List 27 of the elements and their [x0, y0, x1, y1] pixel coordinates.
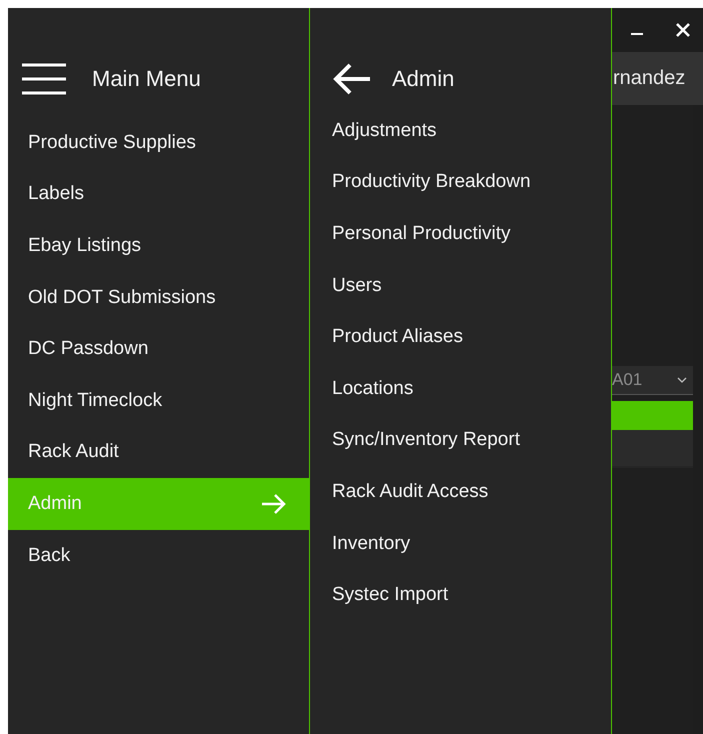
submenu-item[interactable]: Locations: [310, 362, 611, 415]
chevron-down-icon: [677, 377, 687, 383]
submenu-item[interactable]: Users: [310, 260, 611, 312]
dc-dropdown[interactable]: A01: [612, 366, 693, 395]
menu-item[interactable]: Back: [8, 530, 309, 582]
menu-item[interactable]: Productive Supplies: [8, 117, 309, 169]
menu-icon[interactable]: [22, 62, 66, 94]
menu-item[interactable]: Ebay Listings: [8, 220, 309, 272]
submenu-item[interactable]: Systec Import: [310, 569, 611, 621]
arrow-right-icon: [261, 492, 287, 515]
back-arrow-icon[interactable]: [332, 62, 372, 94]
menu-item[interactable]: Old DOT Submissions: [8, 272, 309, 324]
submenu-title: Admin: [392, 66, 454, 92]
user-name: rnandez: [613, 67, 686, 90]
menu-title: Main Menu: [92, 66, 201, 92]
submenu-item[interactable]: Rack Audit Access: [310, 466, 611, 518]
menu-item[interactable]: Labels: [8, 168, 309, 220]
menu-item[interactable]: Rack Audit: [8, 426, 309, 478]
submenu-item[interactable]: Productivity Breakdown: [310, 156, 611, 208]
submenu-item[interactable]: Product Aliases: [310, 311, 611, 363]
submenu-item[interactable]: Personal Productivity: [310, 208, 611, 260]
submenu-item[interactable]: Adjustments: [310, 105, 611, 157]
submenu-item[interactable]: Sync/Inventory Report: [310, 414, 611, 466]
menu-item[interactable]: DC Passdown: [8, 323, 309, 375]
submenu-item[interactable]: Inventory: [310, 518, 611, 570]
menu-item[interactable]: Night Timeclock: [8, 374, 309, 427]
close-icon[interactable]: [675, 22, 691, 38]
